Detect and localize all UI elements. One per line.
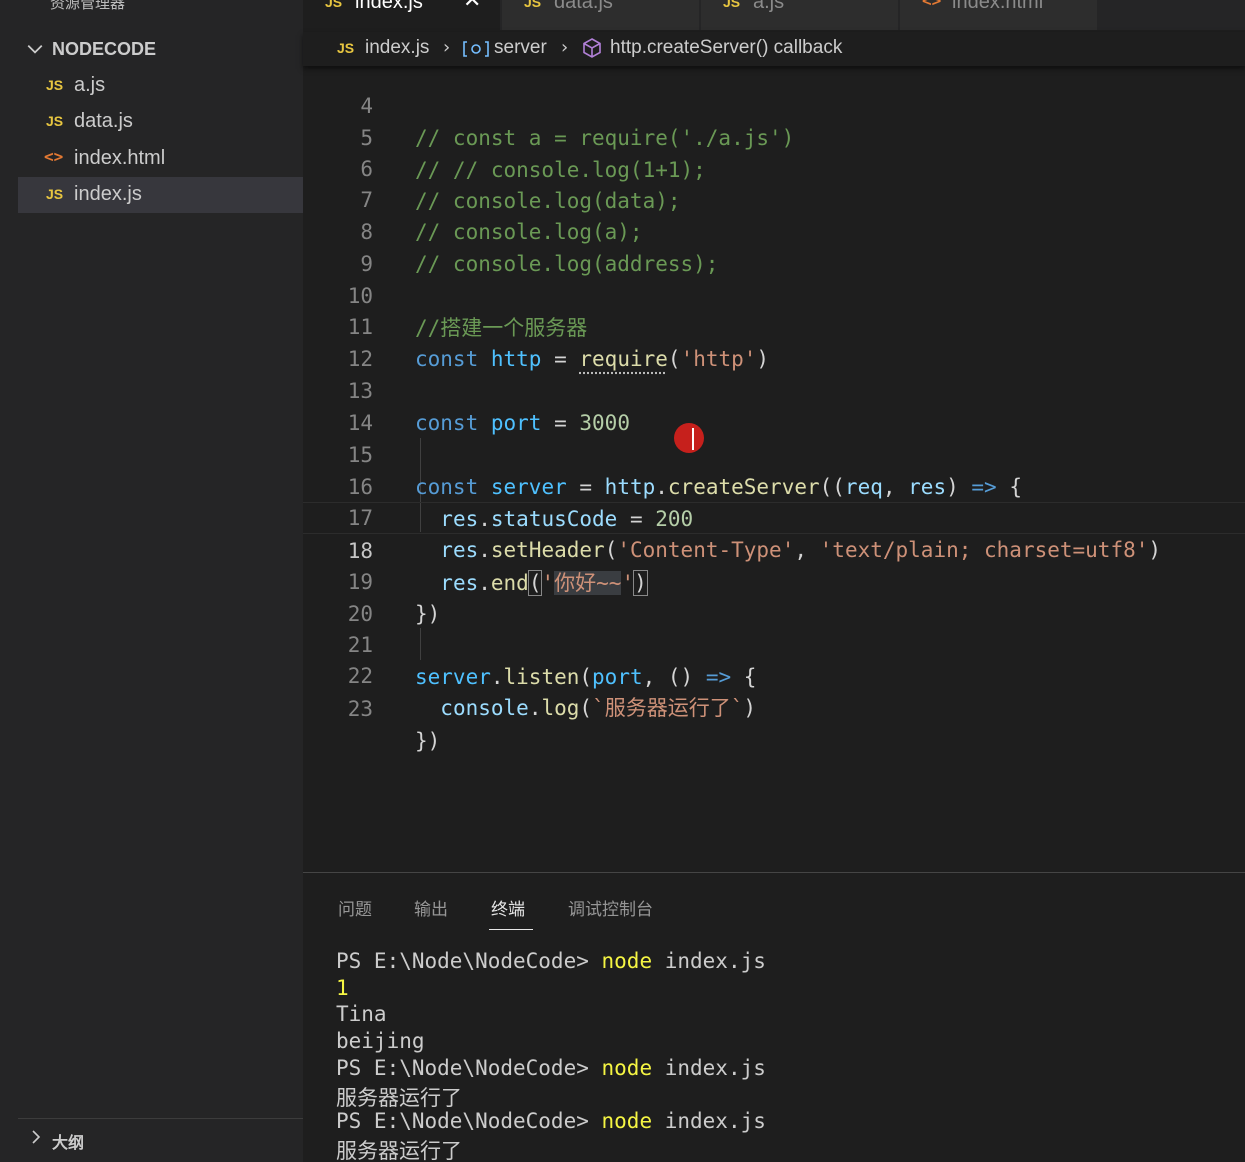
tab-problems[interactable]: 问题 <box>338 895 372 920</box>
tab-data-js[interactable]: JS data.js <box>502 0 700 30</box>
chevron-down-icon <box>27 44 43 54</box>
js-file-icon: JS <box>46 113 64 129</box>
tab-debug-console[interactable]: 调试控制台 <box>568 895 653 920</box>
folder-header-nodecode[interactable]: NODECODE <box>18 36 303 64</box>
terminal-output: Tina <box>336 1002 387 1026</box>
html-file-icon: <> <box>44 147 64 166</box>
active-tab-indicator <box>489 929 533 930</box>
tab-output[interactable]: 输出 <box>414 895 448 920</box>
line-number: 23 <box>347 697 373 721</box>
code-line-19: 19 }) <box>303 534 1245 626</box>
file-item-data-js[interactable]: JS data.js <box>18 104 303 140</box>
code-line-14: 14 <box>303 375 1245 435</box>
code-line-12: 12 <box>303 311 1245 371</box>
terminal-command: node <box>601 1109 653 1133</box>
code-editor[interactable]: 4 // const a = require('./a.js') 5 // //… <box>303 66 1245 872</box>
js-file-icon: JS <box>723 0 741 10</box>
tab-index-html[interactable]: <> index.html <box>900 0 1098 30</box>
js-file-icon: JS <box>325 0 343 10</box>
file-item-index-js[interactable]: JS index.js <box>18 177 303 213</box>
bottom-panel: 问题 输出 终端 调试控制台 PS E:\Node\NodeCode> node… <box>303 872 1245 1162</box>
breadcrumb-symbol[interactable]: server <box>494 37 547 59</box>
js-file-icon: JS <box>524 0 542 10</box>
tab-terminal[interactable]: 终端 <box>491 895 525 920</box>
punctuation: }) <box>415 729 441 753</box>
template-string: `服务器运行了` <box>592 696 744 720</box>
close-icon[interactable]: ✕ <box>463 0 481 13</box>
outline-label: 大纲 <box>52 1133 85 1152</box>
variable-icon <box>463 41 489 57</box>
outline-section-header[interactable]: 大纲 <box>18 1118 303 1158</box>
code-line-22: 22 console.log(`服务器运行了`) <box>303 628 1245 720</box>
js-file-icon: JS <box>46 77 64 93</box>
tab-index-js[interactable]: JS index.js ✕ <box>303 0 501 30</box>
terminal-line: PS E:\Node\NodeCode> node index.js <box>336 1056 766 1080</box>
terminal-line: PS E:\Node\NodeCode> node index.js <box>336 1109 766 1133</box>
chevron-right-icon: › <box>443 37 451 58</box>
punctuation: ) <box>743 696 757 720</box>
code-line-10: 10 //搭建一个服务器 <box>303 248 1245 340</box>
identifier: console <box>440 696 529 720</box>
code-line-9: 9 <box>303 216 1245 276</box>
file-item-index-html[interactable]: <> index.html <box>18 141 303 177</box>
js-file-icon: JS <box>337 40 355 56</box>
tab-label: index.js <box>355 0 423 13</box>
code-line-13: 13 const port = 3000 <box>303 343 1245 435</box>
chevron-right-icon: › <box>561 37 569 58</box>
code-line-17: 17 res.setHeader('Content-Type', 'text/p… <box>303 470 1245 562</box>
breadcrumb-callback[interactable]: http.createServer() callback <box>610 37 842 59</box>
mouse-pointer-highlight <box>674 423 704 453</box>
editor-tab-bar: JS index.js ✕ JS data.js JS a.js <> inde… <box>303 0 1245 30</box>
terminal-prompt: PS E:\Node\NodeCode> <box>336 1109 602 1133</box>
more-actions-icon[interactable]: ··· <box>250 0 272 10</box>
terminal-output: beijing <box>336 1029 425 1053</box>
terminal-argument: index.js <box>652 1056 766 1080</box>
breadcrumb: JS index.js › server › http.createServer… <box>303 32 1245 66</box>
tab-label: index.html <box>952 0 1044 13</box>
tab-label: data.js <box>554 0 613 13</box>
code-line-6: 6 // console.log(data); <box>303 121 1245 213</box>
code-line-20: 20 <box>303 566 1245 626</box>
breadcrumb-file[interactable]: index.js <box>365 37 429 59</box>
code-line-8: 8 // console.log(address); <box>303 184 1245 276</box>
file-label: a.js <box>74 74 106 96</box>
explorer-title: 资源管理器 <box>50 0 126 12</box>
js-file-icon: JS <box>46 186 64 202</box>
code-line-21: 21 server.listen(port, () => { <box>303 597 1245 689</box>
terminal-command: node <box>601 949 653 973</box>
code-line-4: 4 // const a = require('./a.js') <box>303 66 1245 150</box>
activity-bar-edge <box>0 0 18 1162</box>
method-cube-icon <box>583 38 601 58</box>
tab-label: a.js <box>753 0 785 13</box>
folder-name: NODECODE <box>52 39 157 59</box>
terminal-line: PS E:\Node\NodeCode> node index.js <box>336 949 766 973</box>
code-line-5: 5 // // console.log(1+1); <box>303 90 1245 182</box>
code-line-11: 11 const http = require('http') <box>303 279 1245 371</box>
file-label: index.js <box>74 183 142 205</box>
html-file-icon: <> <box>922 0 942 10</box>
code-line-23: 23 }) <box>303 661 1245 753</box>
function-name: log <box>541 696 580 720</box>
code-line-7: 7 // console.log(a); <box>303 152 1245 244</box>
terminal-argument: index.js <box>652 1109 766 1133</box>
punctuation: . <box>528 696 542 720</box>
text-cursor-icon <box>692 428 694 450</box>
terminal-output: 服务器运行了 <box>336 1086 462 1110</box>
terminal-prompt: PS E:\Node\NodeCode> <box>336 949 602 973</box>
file-label: data.js <box>74 110 133 132</box>
terminal-argument: index.js <box>652 949 766 973</box>
code-line-18-current: 18 res.end('你好~~') <box>303 502 1245 596</box>
terminal-output: 1 <box>336 976 349 1000</box>
file-label: index.html <box>74 147 166 169</box>
file-item-a-js[interactable]: JS a.js <box>18 68 303 104</box>
terminal-prompt: PS E:\Node\NodeCode> <box>336 1056 602 1080</box>
explorer-sidebar: 资源管理器 ··· NODECODE JS a.js JS data.js <>… <box>18 0 303 1162</box>
tab-a-js[interactable]: JS a.js <box>701 0 899 30</box>
code-line-16: 16 res.statusCode = 200 <box>303 439 1245 531</box>
chevron-right-icon <box>32 1130 41 1144</box>
terminal-output: 服务器运行了 <box>336 1139 462 1162</box>
code-line-15: 15 const server = http.createServer((req… <box>303 407 1245 499</box>
punctuation: ( <box>579 696 593 720</box>
terminal-command: node <box>601 1056 653 1080</box>
